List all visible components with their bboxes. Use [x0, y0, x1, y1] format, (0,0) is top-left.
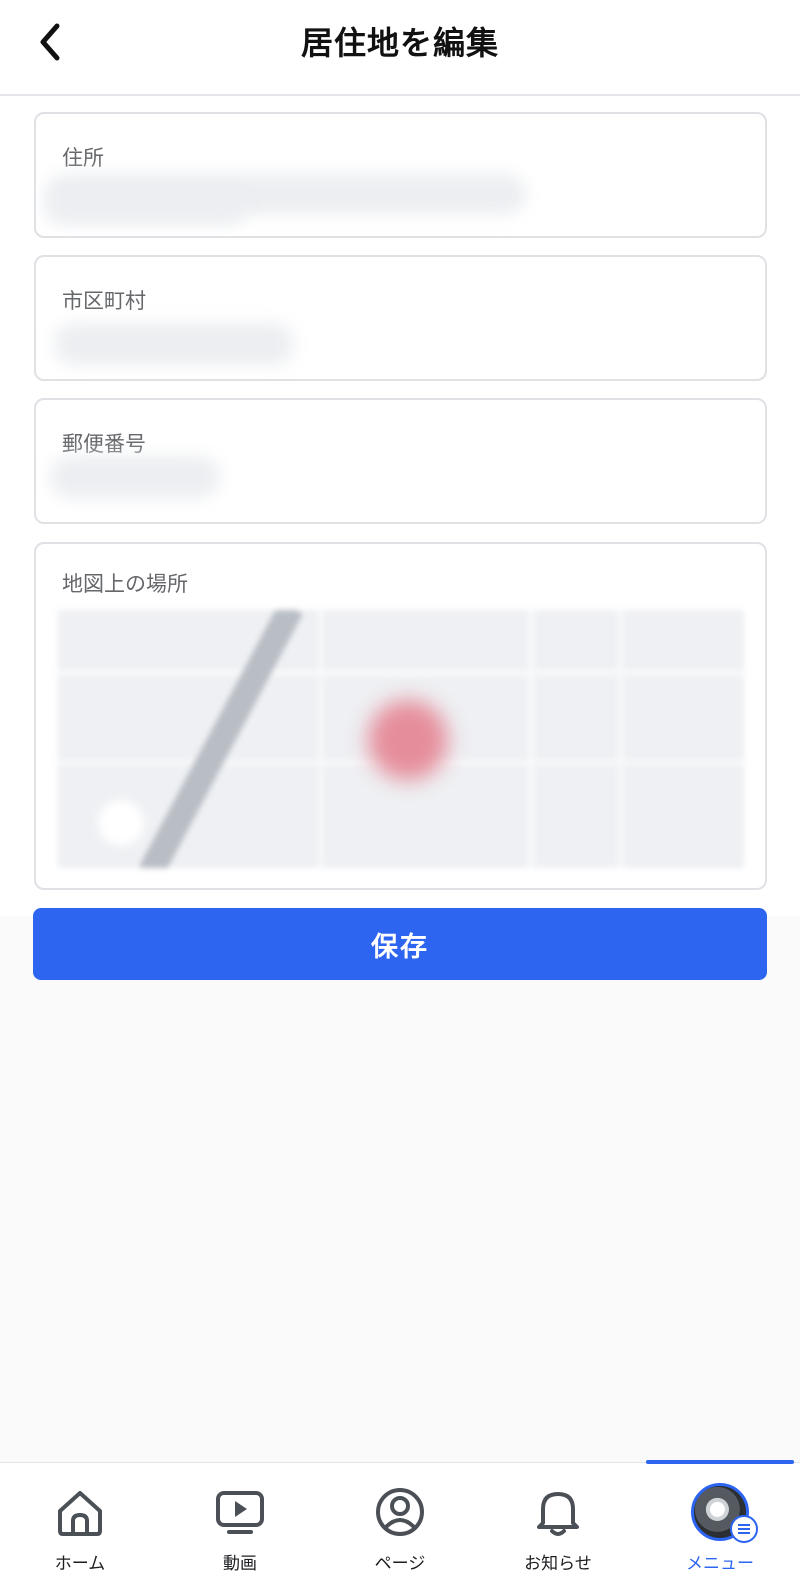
tab-label: メニュー	[686, 1554, 754, 1574]
bottom-tab-bar: ホーム 動画 ページ お知らせ メニュー	[0, 1460, 800, 1580]
map-street	[528, 610, 534, 868]
map-preview[interactable]	[58, 610, 744, 868]
user-circle-icon	[376, 1488, 424, 1536]
map-pin-icon	[368, 700, 448, 780]
tab-video[interactable]: 動画	[160, 1463, 320, 1580]
address-label: 住所	[62, 146, 104, 170]
map-street	[58, 670, 744, 676]
postal-code-value-redacted	[50, 456, 220, 498]
map-location-label: 地図上の場所	[62, 572, 188, 596]
tab-label: ホーム	[54, 1554, 106, 1574]
map-main-road	[139, 610, 303, 868]
tab-pages[interactable]: ページ	[320, 1463, 480, 1580]
top-bar: 居住地を編集	[0, 0, 800, 96]
map-street	[318, 610, 323, 868]
tab-label: お知らせ	[524, 1554, 592, 1574]
map-compass-icon	[98, 800, 144, 846]
tab-home[interactable]: ホーム	[0, 1463, 160, 1580]
tab-label: 動画	[223, 1554, 257, 1574]
map-street	[618, 610, 623, 868]
page-title: 居住地を編集	[300, 24, 499, 62]
bell-icon	[537, 1492, 579, 1536]
city-value-redacted	[54, 323, 294, 365]
tab-label: ページ	[374, 1554, 426, 1574]
save-button[interactable]: 保存	[33, 908, 767, 980]
map-location-field[interactable]: 地図上の場所	[34, 542, 767, 890]
tab-menu[interactable]: メニュー	[640, 1463, 800, 1580]
city-label: 市区町村	[62, 289, 146, 313]
tab-notifications[interactable]: お知らせ	[478, 1463, 638, 1580]
city-field[interactable]: 市区町村	[34, 255, 767, 381]
video-icon	[216, 1491, 264, 1534]
home-icon	[58, 1491, 102, 1536]
postal-code-field[interactable]: 郵便番号	[34, 398, 767, 524]
menu-icon	[730, 1515, 758, 1543]
postal-code-label: 郵便番号	[62, 432, 146, 456]
address-field[interactable]: 住所	[34, 112, 767, 238]
address-value-redacted-2	[46, 194, 246, 224]
